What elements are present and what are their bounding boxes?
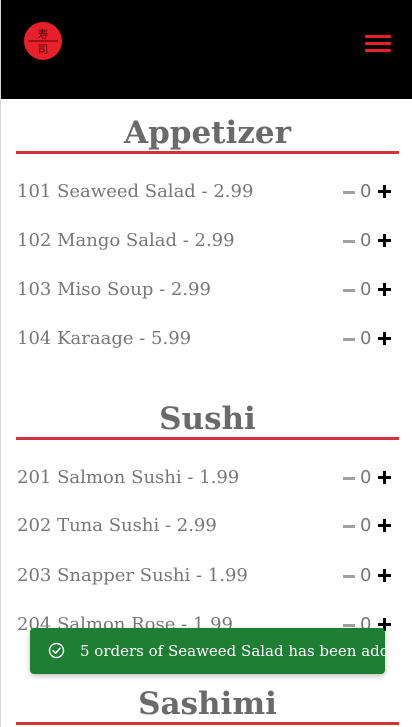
plus-icon[interactable] [378,332,391,345]
menu-item: 104 Karaage - 5.99 0 [17,325,393,353]
menu-item: 202 Tuna Sushi - 2.99 0 [17,512,393,540]
menu-item-label: 203 Snapper Sushi - 1.99 [17,565,248,586]
menu-item-label: 104 Karaage - 5.99 [17,328,192,349]
logo-glyph-top: 寿 [38,27,49,41]
section-divider [16,151,399,154]
sushi-logo-icon[interactable]: 寿 司 [24,22,62,60]
quantity-stepper: 0 [343,227,393,255]
plus-icon[interactable] [378,569,391,582]
plus-icon[interactable] [378,471,391,484]
menu-item: 101 Seaweed Salad - 2.99 0 [17,178,393,206]
menu-item-label: 103 Miso Soup - 2.99 [17,279,211,300]
success-toast[interactable]: 5 orders of Seaweed Salad has been added… [30,628,412,674]
quantity-stepper: 0 [343,512,393,540]
section-title-appetizer: Appetizer [124,115,291,151]
quantity-stepper: 0 [343,178,393,206]
section-divider [16,722,399,725]
minus-icon[interactable] [343,289,355,292]
minus-icon[interactable] [343,477,355,480]
menu-item-label: 202 Tuna Sushi - 2.99 [17,515,217,536]
plus-icon[interactable] [378,185,391,198]
check-circle-icon [48,642,65,663]
section-title-sashimi: Sashimi [138,686,277,722]
menu-item: 103 Miso Soup - 2.99 0 [17,276,393,304]
minus-icon[interactable] [343,338,355,341]
minus-icon[interactable] [343,624,355,627]
quantity-stepper: 0 [343,464,393,492]
section-title-sushi: Sushi [159,401,256,437]
quantity-value: 0 [360,230,372,251]
menu-item-label: 101 Seaweed Salad - 2.99 [17,181,254,202]
quantity-stepper: 0 [343,562,393,590]
menu-item-label: 102 Mango Salad - 2.99 [17,230,235,251]
minus-icon[interactable] [343,575,355,578]
quantity-value: 0 [360,181,372,202]
minus-icon[interactable] [343,525,355,528]
hamburger-menu-icon[interactable] [363,33,393,55]
quantity-value: 0 [360,328,372,349]
quantity-value: 0 [360,467,372,488]
top-navbar: 寿 司 [1,0,412,99]
toast-message: 5 orders of Seaweed Salad has been added… [80,642,412,660]
minus-icon[interactable] [343,240,355,243]
quantity-value: 0 [360,279,372,300]
menu-item-label: 201 Salmon Sushi - 1.99 [17,467,240,488]
quantity-stepper: 0 [343,325,393,353]
quantity-value: 0 [360,515,372,536]
plus-icon[interactable] [378,519,391,532]
menu-item: 201 Salmon Sushi - 1.99 0 [17,464,393,492]
section-divider [16,437,399,440]
menu-item: 102 Mango Salad - 2.99 0 [17,227,393,255]
minus-icon[interactable] [343,191,355,194]
logo-glyph-bottom: 司 [38,43,49,56]
quantity-value: 0 [360,565,372,586]
plus-icon[interactable] [378,234,391,247]
plus-icon[interactable] [378,283,391,296]
quantity-stepper: 0 [343,276,393,304]
menu-item: 203 Snapper Sushi - 1.99 0 [17,562,393,590]
